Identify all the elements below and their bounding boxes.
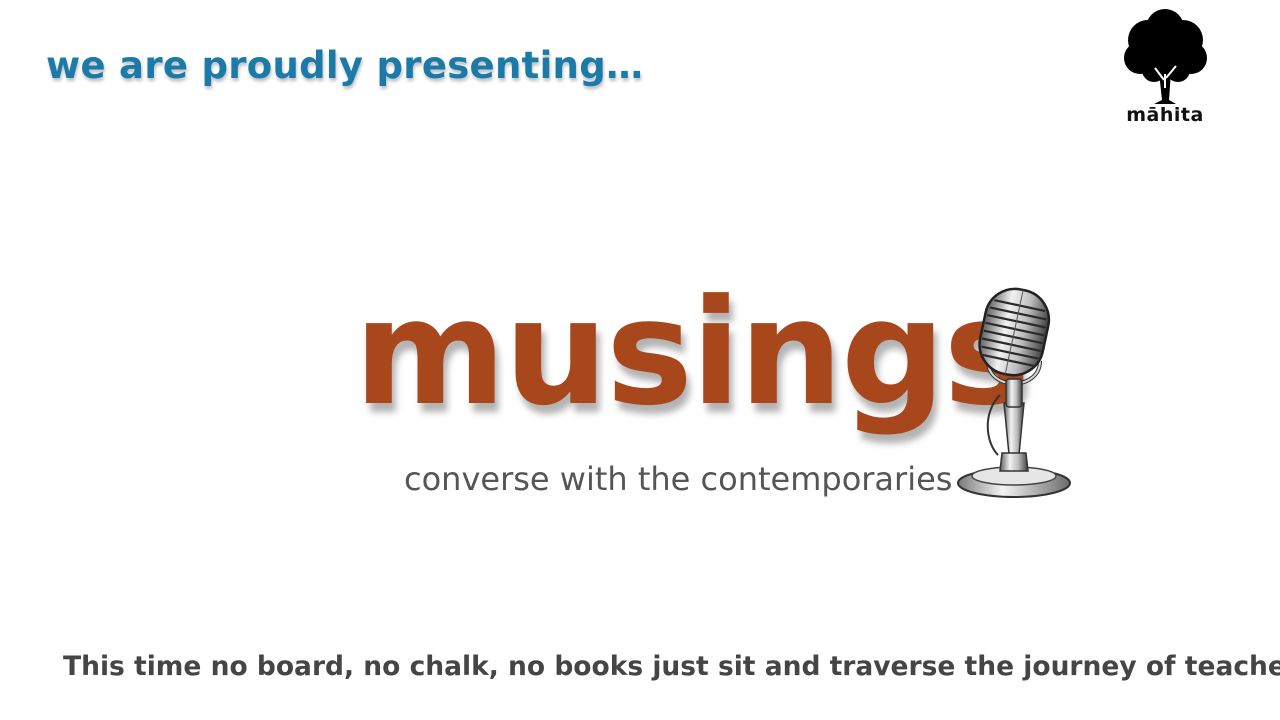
tree-icon — [1124, 9, 1207, 104]
logo-wordmark: māhita — [1126, 104, 1204, 126]
event-title: musings — [354, 268, 1030, 438]
intro-heading: we are proudly presenting… — [46, 44, 644, 87]
footer-caption: This time no board, no chalk, no books j… — [63, 651, 1280, 682]
event-tagline: converse with the contemporaries — [404, 460, 953, 498]
brand-logo: māhita — [1118, 8, 1218, 128]
microphone-icon — [957, 287, 1071, 498]
